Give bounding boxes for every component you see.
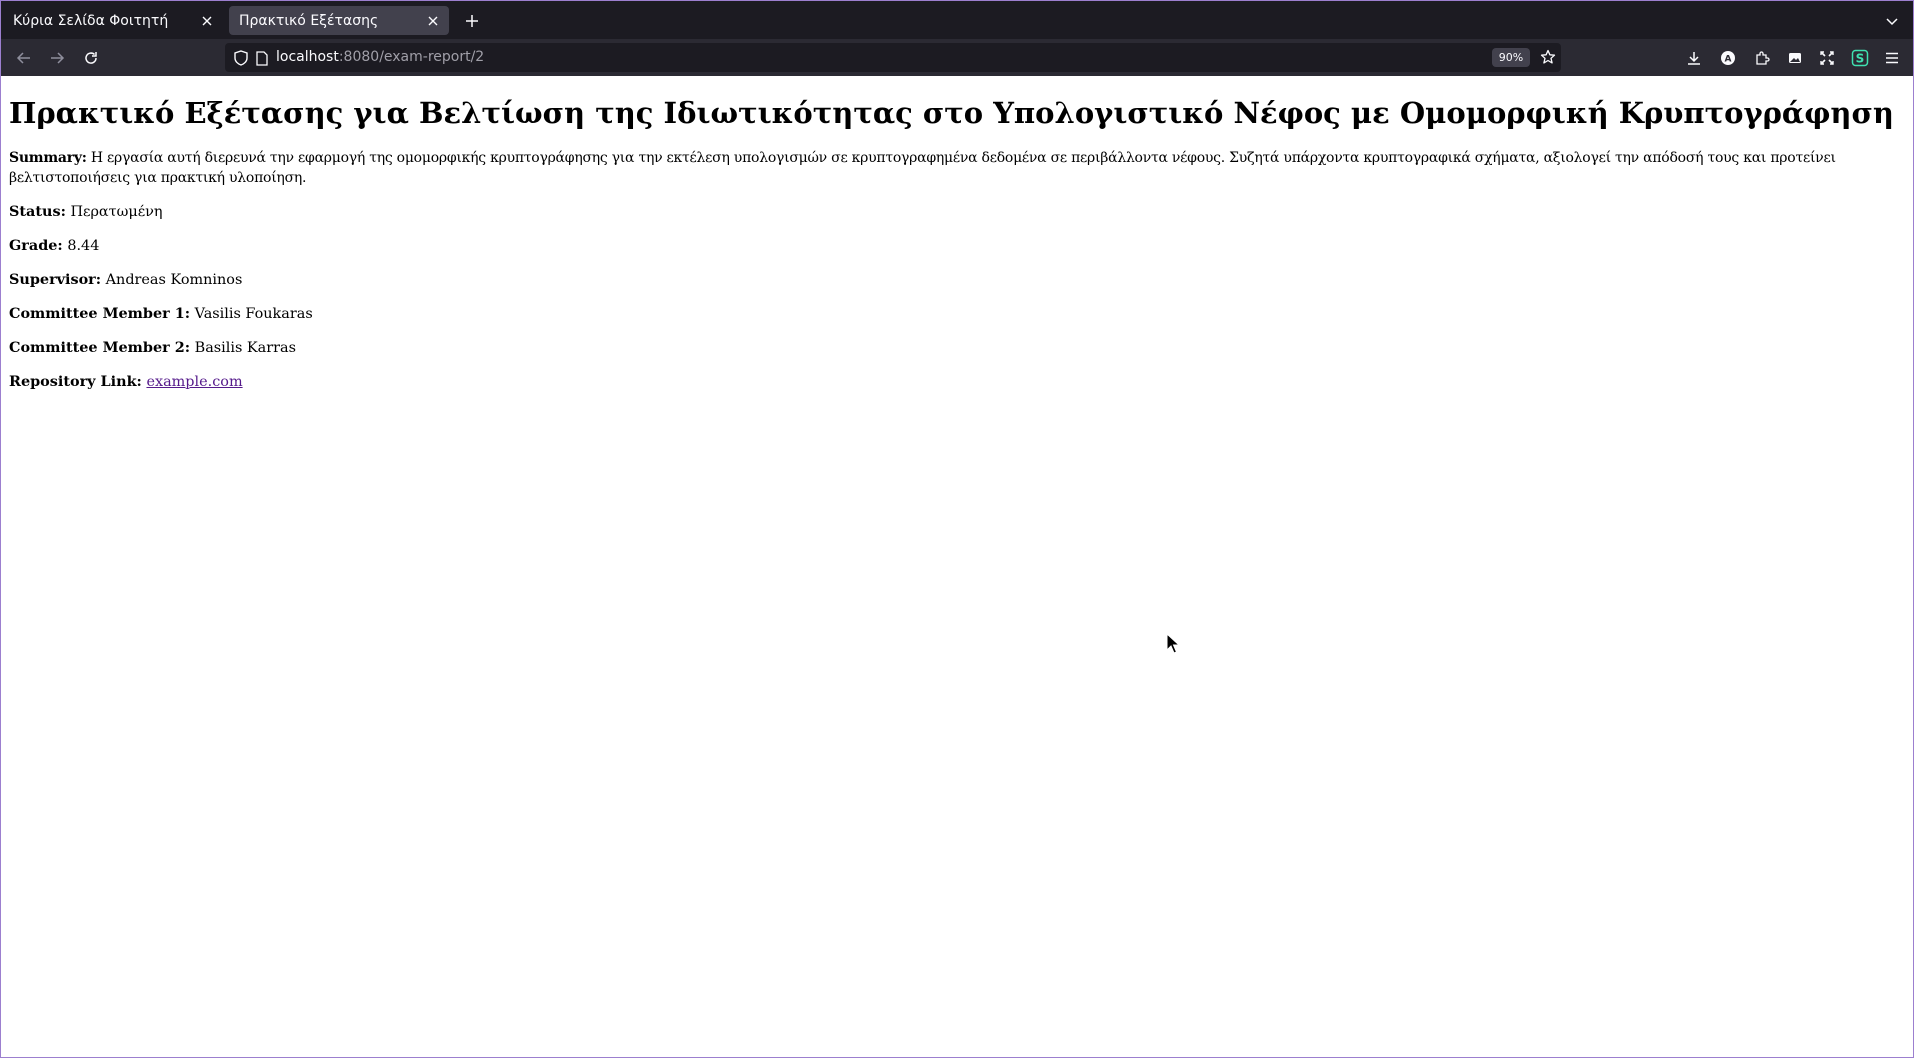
extension-fullscreen-button[interactable]: [1814, 45, 1840, 71]
url-text[interactable]: localhost:8080/exam-report/2: [276, 43, 484, 72]
grade-field: Grade: 8.44: [9, 236, 1905, 256]
zoom-level-button[interactable]: 90%: [1492, 48, 1530, 67]
committee-member-1-field: Committee Member 1: Vasilis Foukaras: [9, 304, 1905, 324]
grade-label: Grade:: [9, 237, 63, 254]
repository-link-label: Repository Link:: [9, 373, 142, 390]
downloads-button[interactable]: [1681, 45, 1707, 71]
close-icon[interactable]: [421, 9, 445, 33]
forward-arrow-icon: [51, 52, 65, 64]
committee-member-2-value: Basilis Karras: [194, 340, 296, 356]
app-menu-button[interactable]: [1879, 45, 1905, 71]
status-field: Status: Περατωμένη: [9, 202, 1905, 222]
repository-link[interactable]: example.com: [146, 374, 242, 390]
extension-image-button[interactable]: [1782, 45, 1808, 71]
status-value: Περατωμένη: [70, 204, 163, 220]
page-title: Πρακτικό Εξέτασης για Βελτίωση της Ιδιωτ…: [9, 96, 1894, 130]
summary-text: Η εργασία αυτή διερευνά την εφαρμογή της…: [9, 150, 1836, 186]
new-tab-button[interactable]: [459, 8, 485, 34]
plus-icon: [466, 15, 478, 27]
account-button[interactable]: A: [1715, 45, 1741, 71]
summary-field: Summary: Η εργασία αυτή διερευνά την εφα…: [9, 148, 1905, 188]
list-all-tabs-button[interactable]: [1879, 8, 1905, 34]
shield-icon[interactable]: [231, 48, 251, 68]
extensions-button[interactable]: [1749, 45, 1775, 71]
tab-student-home[interactable]: Κύρια Σελίδα Φοιτητή: [3, 6, 223, 35]
committee-member-1-label: Committee Member 1:: [9, 305, 191, 322]
download-icon: [1688, 52, 1700, 65]
s-extension-icon: S: [1851, 49, 1869, 67]
page-content: Πρακτικό Εξέτασης για Βελτίωση της Ιδιωτ…: [1, 76, 1913, 1057]
reload-button[interactable]: [76, 43, 106, 73]
url-host: localhost: [276, 49, 339, 65]
supervisor-field: Supervisor: Andreas Komninos: [9, 270, 1905, 290]
back-arrow-icon: [16, 52, 30, 64]
svg-text:A: A: [1725, 55, 1732, 65]
expand-arrows-icon: [1820, 51, 1834, 65]
grade-value: 8.44: [67, 238, 100, 254]
committee-member-2-field: Committee Member 2: Basilis Karras: [9, 338, 1905, 358]
page-icon[interactable]: [252, 48, 272, 68]
tab-exam-report[interactable]: Πρακτικό Εξέτασης: [229, 6, 449, 35]
account-icon: A: [1721, 51, 1735, 65]
image-extension-icon: [1789, 53, 1801, 63]
summary-label: Summary:: [9, 150, 87, 166]
svg-text:S: S: [1856, 52, 1865, 66]
puzzle-icon: [1756, 51, 1770, 65]
mouse-pointer-icon: [1166, 633, 1180, 654]
close-icon[interactable]: [195, 9, 219, 33]
navigation-toolbar: localhost:8080/exam-report/2 90% A S: [1, 39, 1913, 76]
repository-link-field: Repository Link: example.com: [9, 372, 1905, 392]
status-label: Status:: [9, 203, 66, 220]
extension-s-button[interactable]: S: [1847, 45, 1873, 71]
chevron-down-icon: [1886, 18, 1898, 26]
tab-title: Κύρια Σελίδα Φοιτητή: [13, 12, 169, 29]
committee-member-1-value: Vasilis Foukaras: [194, 306, 313, 322]
star-icon[interactable]: [1537, 46, 1559, 68]
supervisor-label: Supervisor:: [9, 271, 102, 288]
tab-title: Πρακτικό Εξέτασης: [239, 12, 379, 29]
back-button[interactable]: [9, 43, 39, 73]
url-path: :8080/exam-report/2: [338, 49, 485, 65]
forward-button[interactable]: [42, 43, 72, 73]
browser-window: Κύρια Σελίδα Φοιτητή Πρακτικό Εξέτασης l…: [0, 0, 1914, 1058]
committee-member-2-label: Committee Member 2:: [9, 339, 191, 356]
address-bar[interactable]: localhost:8080/exam-report/2 90%: [225, 43, 1561, 72]
reload-icon: [85, 52, 97, 64]
hamburger-menu-icon: [1886, 52, 1898, 64]
tab-strip: Κύρια Σελίδα Φοιτητή Πρακτικό Εξέτασης: [1, 1, 1913, 39]
supervisor-value: Andreas Komninos: [105, 272, 243, 288]
